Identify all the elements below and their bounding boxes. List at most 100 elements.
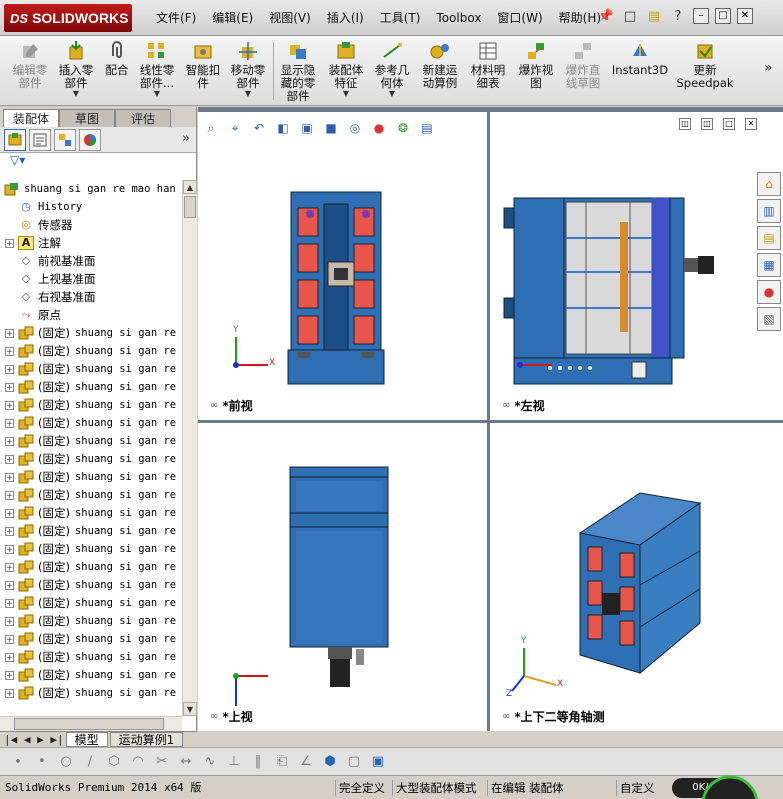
- close-button[interactable]: ✕: [737, 8, 753, 24]
- hscroll-thumb[interactable]: [14, 718, 164, 730]
- dropdown-arrow-icon[interactable]: ▼: [389, 90, 395, 98]
- scroll-down-arrow-icon[interactable]: ▼: [183, 702, 197, 716]
- viewport-top[interactable]: ∞ *上视: [198, 423, 487, 731]
- tree-item-sensors[interactable]: ◎ 传感器: [0, 216, 182, 234]
- expand-toggle-icon[interactable]: +: [5, 346, 14, 356]
- sketch-arc-icon[interactable]: ◠: [128, 752, 148, 772]
- expand-toggle-icon[interactable]: +: [5, 490, 14, 500]
- exploded-view-button[interactable]: 爆炸视 图: [514, 38, 558, 104]
- quick-snaps-icon[interactable]: ▣: [368, 752, 388, 772]
- status-custom-units[interactable]: 自定义: [616, 780, 658, 796]
- linear-pattern-button[interactable]: 线性零 部件... ▼: [136, 38, 178, 104]
- custom-properties-icon[interactable]: ▧: [757, 307, 781, 331]
- help-icon[interactable]: ?: [669, 6, 687, 26]
- expand-toggle-icon[interactable]: +: [5, 400, 14, 410]
- expand-toggle-icon[interactable]: +: [5, 580, 14, 590]
- smart-fasteners-button[interactable]: 智能扣 件: [182, 38, 224, 104]
- reference-geometry-button[interactable]: 参考几 何体 ▼: [370, 38, 414, 104]
- tree-component-row[interactable]: + (固定) shuang si gan re: [0, 648, 182, 666]
- tree-component-row[interactable]: + (固定) shuang si gan re: [0, 612, 182, 630]
- new-document-icon[interactable]: □: [621, 6, 639, 26]
- filter-funnel-icon[interactable]: ▽▾: [10, 153, 25, 167]
- expand-toggle-icon[interactable]: +: [5, 454, 14, 464]
- new-motion-study-button[interactable]: 新建运 动算例: [418, 38, 462, 104]
- viewport-isometric[interactable]: Y X Z ∞ *上下二等角轴测: [490, 423, 783, 731]
- tab-evaluate[interactable]: 评估: [115, 109, 171, 127]
- tree-component-row[interactable]: + (固定) shuang si gan re: [0, 540, 182, 558]
- expand-toggle-icon[interactable]: +: [5, 616, 14, 626]
- expand-toggle-icon[interactable]: +: [5, 472, 14, 482]
- tree-root[interactable]: shuang si gan re mao han j: [0, 180, 182, 198]
- insert-component-button[interactable]: 插入零 部件 ▼: [54, 38, 98, 104]
- tree-component-row[interactable]: + (固定) shuang si gan re: [0, 504, 182, 522]
- view-palette-icon[interactable]: ▦: [757, 253, 781, 277]
- menu-window[interactable]: 窗口(W): [489, 9, 550, 27]
- tree-component-row[interactable]: + (固定) shuang si gan re: [0, 630, 182, 648]
- tree-item-history[interactable]: ◷ History: [0, 198, 182, 216]
- relation-icon[interactable]: ⊥: [224, 752, 244, 772]
- tree-item-annotations[interactable]: + A 注解: [0, 234, 182, 252]
- minimize-button[interactable]: –: [693, 8, 709, 24]
- sketch-line-icon[interactable]: ∕: [80, 752, 100, 772]
- tree-component-row[interactable]: + (固定) shuang si gan re: [0, 558, 182, 576]
- solidworks-logo[interactable]: DS SOLIDWORKS: [4, 4, 132, 32]
- open-folder-icon[interactable]: ▤: [645, 6, 663, 26]
- update-speedpak-button[interactable]: 更新 Speedpak: [676, 38, 734, 104]
- feature-tree-tab[interactable]: [4, 128, 26, 151]
- viewport-left[interactable]: ◫ ◫ □ ✕ ⌂ ▥ ▤ ▦ ● ▧ ∞ *左视: [490, 112, 783, 420]
- tree-horizontal-scrollbar[interactable]: [0, 716, 182, 731]
- dropdown-arrow-icon[interactable]: ▼: [245, 90, 251, 98]
- design-library-icon[interactable]: ▥: [757, 199, 781, 223]
- tab-navigation-arrows[interactable]: |◀ ◀ ▶ ▶|: [4, 733, 64, 746]
- sketch-point-icon[interactable]: ∙: [8, 752, 28, 772]
- spline-icon[interactable]: ∿: [200, 752, 220, 772]
- tree-component-row[interactable]: + (固定) shuang si gan re: [0, 342, 182, 360]
- tab-sketch[interactable]: 草图: [59, 109, 115, 127]
- more-tabs-chevron-icon[interactable]: »: [182, 131, 190, 146]
- link-views-icon[interactable]: ∞: [502, 400, 510, 411]
- tab-assembly[interactable]: 装配体: [3, 109, 59, 127]
- appearances-scenes-icon[interactable]: ●: [757, 280, 781, 304]
- bill-of-materials-button[interactable]: 材料明 细表: [466, 38, 510, 104]
- menu-edit[interactable]: 编辑(E): [204, 9, 261, 27]
- tab-motion-study[interactable]: 运动算例1: [109, 732, 184, 747]
- tree-component-row[interactable]: + (固定) shuang si gan re: [0, 324, 182, 342]
- tree-component-row[interactable]: + (固定) shuang si gan re: [0, 576, 182, 594]
- tree-component-row[interactable]: + (固定) shuang si gan re: [0, 684, 182, 702]
- display-manager-tab[interactable]: [79, 128, 101, 151]
- tree-component-row[interactable]: + (固定) shuang si gan re: [0, 486, 182, 504]
- tree-component-row[interactable]: + (固定) shuang si gan re: [0, 414, 182, 432]
- pin-icon[interactable]: 📌: [597, 6, 615, 26]
- expand-toggle-icon[interactable]: +: [5, 508, 14, 518]
- tree-item-top-plane[interactable]: ◇ 上视基准面: [0, 270, 182, 288]
- graphics-area[interactable]: ⌕ ⌖ ↶ ◧ ▣ ■ ◎ ● ❂ ▤ X Y ∞ *前视 ◫ ◫ □ ✕ ⌂ …: [198, 107, 783, 731]
- convert-entities-icon[interactable]: ▢: [344, 752, 364, 772]
- expand-toggle-icon[interactable]: +: [5, 238, 14, 248]
- edit-component-button[interactable]: 编辑零 部件: [8, 38, 52, 104]
- tree-component-row[interactable]: + (固定) shuang si gan re: [0, 666, 182, 684]
- centerline-icon[interactable]: •: [32, 752, 52, 772]
- viewport-front[interactable]: ⌕ ⌖ ↶ ◧ ▣ ■ ◎ ● ❂ ▤ X Y ∞ *前视: [198, 112, 487, 420]
- expand-toggle-icon[interactable]: +: [5, 652, 14, 662]
- dropdown-arrow-icon[interactable]: ▼: [343, 90, 349, 98]
- expand-toggle-icon[interactable]: +: [5, 526, 14, 536]
- expand-toggle-icon[interactable]: +: [5, 634, 14, 644]
- assembly-features-button[interactable]: 装配体 特征 ▼: [324, 38, 368, 104]
- link-views-icon[interactable]: ∞: [210, 400, 218, 411]
- menu-view[interactable]: 视图(V): [261, 9, 319, 27]
- configuration-manager-tab[interactable]: [54, 128, 76, 151]
- tree-component-row[interactable]: + (固定) shuang si gan re: [0, 360, 182, 378]
- 3d-sketch-icon[interactable]: ⬢: [320, 752, 340, 772]
- menu-toolbox[interactable]: Toolbox: [428, 9, 489, 27]
- status-large-assembly-mode[interactable]: 大型装配体模式: [392, 780, 480, 796]
- tree-component-row[interactable]: + (固定) shuang si gan re: [0, 450, 182, 468]
- scroll-thumb[interactable]: [184, 196, 196, 218]
- expand-toggle-icon[interactable]: +: [5, 688, 14, 698]
- mate-button[interactable]: 配合: [100, 38, 134, 104]
- tree-component-row[interactable]: + (固定) shuang si gan re: [0, 468, 182, 486]
- sketch-circle-icon[interactable]: ○: [56, 752, 76, 772]
- menu-insert[interactable]: 插入(I): [319, 9, 372, 27]
- mirror-icon[interactable]: ‖: [248, 752, 268, 772]
- file-explorer-icon[interactable]: ▤: [757, 226, 781, 250]
- tree-item-front-plane[interactable]: ◇ 前视基准面: [0, 252, 182, 270]
